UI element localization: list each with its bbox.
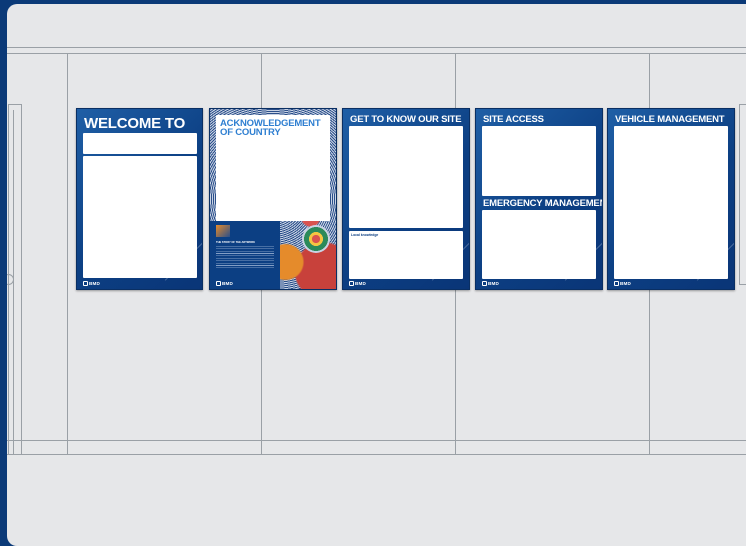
site-map-box xyxy=(349,126,463,228)
door-frame-line xyxy=(21,104,22,454)
bmd-logo: BMD xyxy=(482,281,499,286)
bmd-logo: BMD xyxy=(216,281,233,286)
panel-title-line2: OF COUNTRY xyxy=(220,127,281,138)
artwork-circle xyxy=(302,225,330,253)
right-edge-line xyxy=(739,104,740,284)
site-access-panel: SITE ACCESS EMERGENCY MANAGEMENT BMD xyxy=(475,108,603,290)
welcome-panel: WELCOME TO BMD xyxy=(76,108,203,290)
panel-title: GET TO KNOW OUR SITE xyxy=(350,114,462,125)
bmd-logo: BMD xyxy=(349,281,366,286)
right-edge-line xyxy=(739,284,746,285)
artwork-thumbnail xyxy=(216,225,230,237)
bottom-rail-line-2 xyxy=(7,454,746,455)
artwork-caption: THE STORY OF THE ARTWORK xyxy=(216,241,256,244)
emergency-box xyxy=(482,210,596,279)
bottom-rail-line xyxy=(7,440,746,441)
panel-title: SITE ACCESS xyxy=(483,114,544,125)
box-label: Local knowledge xyxy=(351,233,379,237)
acknowledgement-panel: ACKNOWLEDGEMENT OF COUNTRY THE STORY OF … xyxy=(209,108,337,290)
bmd-logo: BMD xyxy=(614,281,631,286)
get-to-know-panel: GET TO KNOW OUR SITE Local knowledge BMD xyxy=(342,108,470,290)
door-frame-line xyxy=(8,104,22,105)
vehicle-management-panel: VEHICLE MANAGEMENT BMD xyxy=(607,108,735,290)
panel-subtitle: EMERGENCY MANAGEMENT xyxy=(483,198,603,209)
panel-title: WELCOME TO xyxy=(84,115,186,132)
caption-text-lines xyxy=(216,246,274,268)
name-box xyxy=(83,133,197,154)
bmd-logo: BMD xyxy=(83,281,100,286)
top-rail-line xyxy=(7,47,746,48)
top-rail-line-2 xyxy=(7,53,746,54)
content-box xyxy=(83,156,197,278)
right-edge-line xyxy=(739,104,746,105)
panel-title: VEHICLE MANAGEMENT xyxy=(615,114,725,125)
site-access-box xyxy=(482,126,596,196)
vehicle-box xyxy=(614,126,728,279)
drawing-canvas: WELCOME TO BMD ACKNOWLEDGEMENT OF COUNTR… xyxy=(7,4,746,546)
local-knowledge-box: Local knowledge xyxy=(349,231,463,279)
post-line xyxy=(67,53,68,454)
